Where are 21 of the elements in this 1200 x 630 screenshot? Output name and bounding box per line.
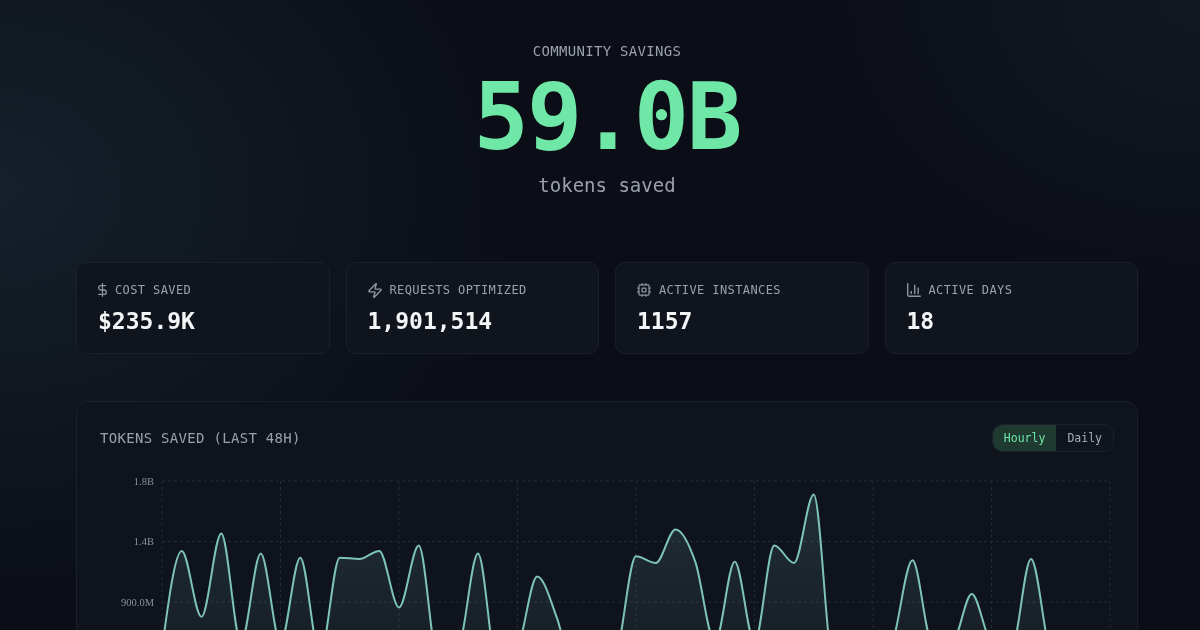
section-label: COMMUNITY SAVINGS <box>532 43 682 59</box>
total-tokens-value: 59.0B <box>473 72 741 164</box>
stat-label: ACTIVE INSTANCES <box>659 282 781 298</box>
view-toggle-button[interactable]: Daily <box>1056 425 1113 451</box>
lightning-icon <box>367 282 382 298</box>
view-toggle-button[interactable]: Hourly <box>992 425 1057 451</box>
stat-label: COST SAVED <box>115 282 192 298</box>
stat-value: 1157 <box>637 307 694 335</box>
stat-value: $235.9K <box>98 307 196 335</box>
y-axis-label: 1.8B <box>133 475 154 487</box>
bar-chart-icon <box>906 283 921 297</box>
stat-label: ACTIVE DAYS <box>928 282 1013 298</box>
y-axis-label: 900.0M <box>121 596 154 608</box>
stat-value: 1,901,514 <box>367 307 494 335</box>
dollar-icon <box>98 283 107 297</box>
stat-label: REQUESTS OPTIMIZED <box>389 282 527 298</box>
stat-value: 18 <box>906 307 936 335</box>
total-caption: tokens saved <box>538 173 676 197</box>
chart-title: TOKENS SAVED (LAST 48H) <box>100 429 301 447</box>
chip-icon <box>637 283 651 297</box>
y-axis-label: 1.4B <box>133 536 154 547</box>
